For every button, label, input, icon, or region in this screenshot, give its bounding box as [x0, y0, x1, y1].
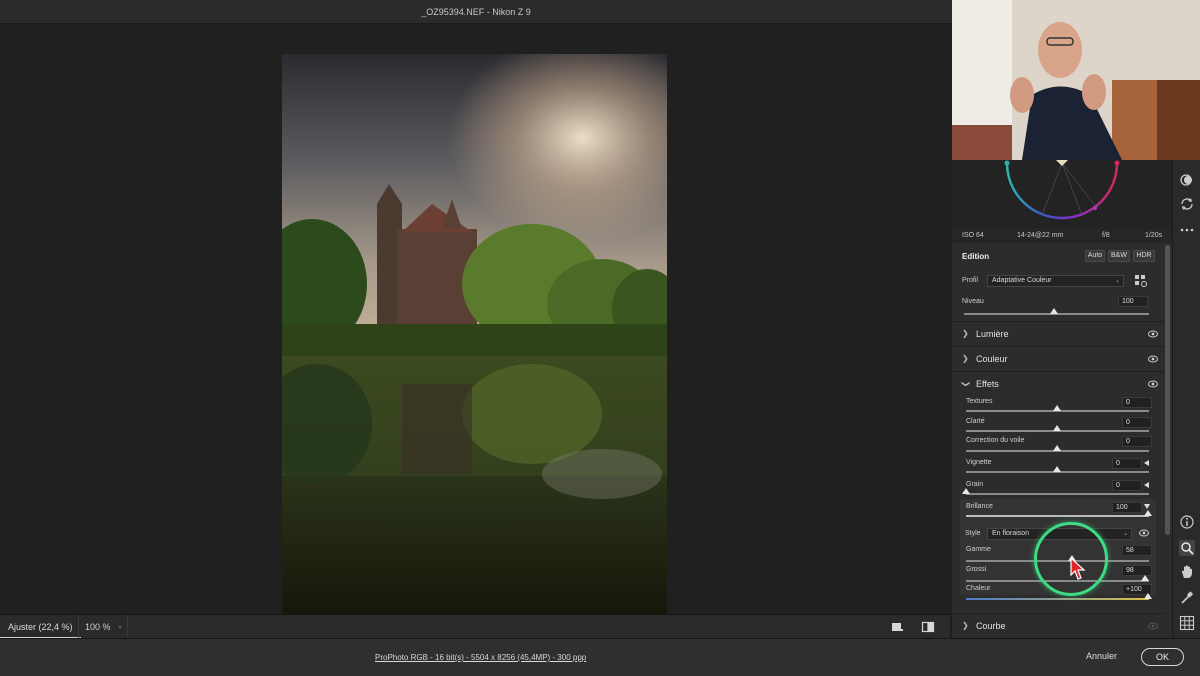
exif-lens: 14-24@22 mm: [1017, 232, 1064, 239]
eye-icon[interactable]: [1139, 529, 1149, 537]
grain-label: Grain: [966, 481, 984, 488]
vignette-input[interactable]: 0: [1112, 458, 1142, 469]
zoom-level-value: 100 %: [85, 622, 111, 632]
workflow-options-link[interactable]: ProPhoto RGB - 16 bit(s) - 5504 x 8256 (…: [375, 653, 586, 662]
expand-left-icon[interactable]: [1144, 460, 1149, 466]
texture-label: Textures: [966, 398, 993, 405]
eye-icon[interactable]: [1148, 355, 1158, 363]
tool-strip: [1172, 160, 1200, 638]
exif-iso: ISO 64: [962, 232, 984, 239]
dehaze-label: Correction du voile: [966, 437, 1025, 444]
eye-icon[interactable]: [1148, 622, 1158, 630]
section-effects-label: Effets: [976, 379, 999, 389]
brilliance-slider-thumb[interactable]: [1144, 510, 1152, 516]
style-select-value: En floraison: [992, 530, 1029, 537]
hdr-button[interactable]: HDR: [1133, 250, 1155, 262]
panel-scrollbar[interactable]: [1165, 245, 1170, 535]
texture-slider-thumb[interactable]: [1053, 405, 1061, 411]
warmth-slider-thumb[interactable]: [1144, 593, 1152, 599]
profile-label: Profil: [962, 277, 978, 284]
chevron-down-icon: ⌄: [1114, 278, 1120, 284]
dehaze-slider-thumb[interactable]: [1053, 445, 1061, 451]
brilliance-label: Brillance: [966, 503, 993, 510]
profile-browser-icon[interactable]: [1134, 274, 1148, 288]
chevron-right-icon: ❯: [962, 354, 969, 363]
grain-slider-track[interactable]: [966, 493, 1149, 495]
style-label: Style: [965, 530, 981, 537]
range-label: Gamme: [966, 546, 991, 553]
chevron-down-icon: ❯: [961, 380, 971, 388]
vignette-label: Vignette: [966, 459, 992, 466]
profile-amount-label: Niveau: [962, 298, 984, 305]
edit-section-title: Edition: [962, 252, 990, 261]
zoom-fit-button[interactable]: Ajuster (22,4 %): [0, 615, 81, 639]
cancel-button[interactable]: Annuler: [1086, 651, 1117, 661]
zoom-level-select[interactable]: 100 % ⌄: [78, 615, 128, 639]
color-wheel-histogram: [952, 160, 1172, 228]
warmth-slider-track[interactable]: [966, 598, 1149, 600]
clarity-slider-thumb[interactable]: [1053, 425, 1061, 431]
section-color-label: Couleur: [976, 354, 1008, 364]
chevron-down-icon: ⌄: [1122, 531, 1128, 537]
grain-slider-thumb[interactable]: [962, 488, 970, 494]
expand-left-icon[interactable]: [1144, 482, 1149, 488]
section-light-label: Lumière: [976, 329, 1009, 339]
section-light-header[interactable]: ❯ Lumière: [952, 321, 1164, 345]
eye-icon[interactable]: [1148, 380, 1158, 388]
window-title: _OZ95394.NEF - Nikon Z 9: [0, 0, 952, 24]
section-curve-label: Courbe: [976, 621, 1006, 631]
zoom-bar: Ajuster (22,4 %) 100 % ⌄: [0, 614, 950, 639]
texture-input[interactable]: 0: [1122, 397, 1152, 408]
view-mode-icon[interactable]: [890, 620, 904, 634]
sync-icon[interactable]: [1179, 196, 1195, 212]
presenter-video: [952, 0, 1200, 160]
footer-bar: ProPhoto RGB - 16 bit(s) - 5504 x 8256 (…: [0, 638, 1200, 676]
clarity-input[interactable]: 0: [1122, 417, 1152, 428]
profile-amount-input[interactable]: 100: [1118, 296, 1148, 307]
chevron-right-icon: ❯: [962, 621, 969, 630]
masking-icon[interactable]: [1179, 172, 1195, 188]
section-curve-header[interactable]: ❯ Courbe: [952, 613, 1164, 637]
clarity-label: Clarté: [966, 418, 985, 425]
section-color-header[interactable]: ❯ Couleur: [952, 346, 1164, 370]
grain-input[interactable]: 0: [1112, 480, 1142, 491]
before-after-icon[interactable]: [921, 620, 935, 634]
auto-button[interactable]: Auto: [1085, 250, 1105, 262]
chevron-down-icon: ⌄: [117, 623, 123, 630]
eye-icon[interactable]: [1148, 330, 1158, 338]
profile-select[interactable]: Adaptative Couleur ⌄: [987, 275, 1124, 287]
profile-select-value: Adaptative Couleur: [992, 277, 1052, 284]
profile-amount-slider-thumb[interactable]: [1050, 308, 1058, 314]
eyedropper-icon[interactable]: [1179, 590, 1195, 606]
section-effects-header[interactable]: ❯ Effets: [952, 371, 1164, 395]
zoom-tool-icon[interactable]: [1179, 540, 1195, 556]
warmth-label: Chaleur: [966, 585, 991, 592]
bw-button[interactable]: B&W: [1108, 250, 1130, 262]
exif-info-bar: ISO 64 14-24@22 mm f/8 1/20s: [952, 228, 1172, 243]
exif-aperture: f/8: [1102, 232, 1110, 239]
more-options-icon[interactable]: [1179, 222, 1195, 238]
brilliance-slider-track[interactable]: [966, 515, 1149, 517]
size-slider-thumb[interactable]: [1141, 575, 1149, 581]
dehaze-input[interactable]: 0: [1122, 436, 1152, 447]
range-input[interactable]: 58: [1122, 545, 1152, 556]
ok-button[interactable]: OK: [1141, 648, 1184, 666]
grid-icon[interactable]: [1179, 615, 1195, 631]
exif-shutter: 1/20s: [1145, 232, 1163, 239]
photo-preview: [282, 54, 667, 632]
chevron-right-icon: ❯: [962, 329, 969, 338]
info-icon[interactable]: [1179, 514, 1195, 530]
image-canvas[interactable]: [0, 24, 950, 632]
expand-down-icon[interactable]: [1144, 504, 1150, 509]
brilliance-input[interactable]: 100: [1112, 502, 1142, 513]
vignette-slider-thumb[interactable]: [1053, 466, 1061, 472]
mouse-cursor-icon: [1070, 556, 1086, 580]
size-label: Grossi: [966, 566, 987, 573]
hand-tool-icon[interactable]: [1179, 564, 1195, 580]
